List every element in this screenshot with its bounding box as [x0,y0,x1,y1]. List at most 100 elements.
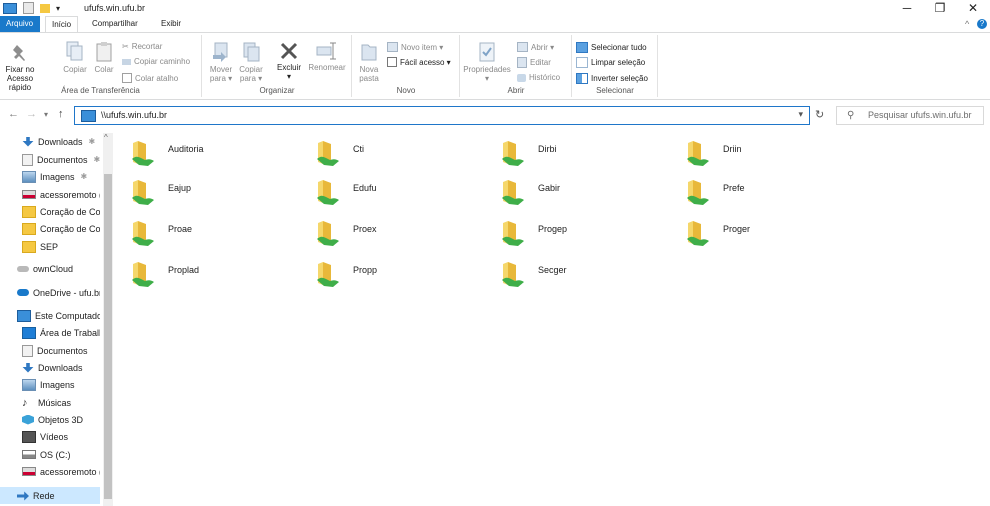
delete-button[interactable]: Excluir ▾ [273,41,305,81]
recent-locations-button[interactable]: ▾ [44,110,48,119]
tab-arquivo[interactable]: Arquivo [0,16,40,32]
paste-shortcut-button[interactable]: Colar atalho [122,73,178,83]
edit-button[interactable]: Editar [517,57,551,68]
properties-dropdown-icon[interactable]: ▾ [485,74,489,83]
shared-folder[interactable]: Eajup [120,172,280,208]
network-icon [17,491,29,501]
folder-name: Cti [353,144,364,154]
tab-inicio[interactable]: Início [45,16,79,33]
invert-selection-label: Inverter seleção [591,74,648,83]
easy-access-button[interactable]: Fácil acesso ▾ [387,57,451,67]
paste-icon [96,42,112,62]
tab-compartilhar[interactable]: Compartilhar [86,16,144,32]
shared-folder-icon [317,221,339,246]
copy-path-button[interactable]: Copiar caminho [122,57,190,66]
shared-folder[interactable]: Prefe [675,172,835,208]
refresh-button[interactable]: ↻ [815,108,824,121]
nav-item[interactable]: Coração de Corr [0,203,100,220]
shared-folder[interactable]: Gabir [490,172,650,208]
move-to-button[interactable]: Mover para ▾ [207,41,235,83]
shared-folder[interactable]: Proger [675,213,835,249]
nav-item[interactable]: Downloads [0,359,100,376]
nav-item[interactable]: Objetos 3D [0,411,100,428]
nav-item-label: Documentos [37,345,88,356]
paste-button[interactable]: Colar [91,41,117,74]
new-folder-label-2: pasta [359,74,379,83]
shared-folder[interactable]: Proae [120,213,280,249]
copy-button[interactable]: Copiar [60,41,90,74]
search-input[interactable]: Pesquisar ufufs.win.ufu.br [868,110,972,120]
nav-item[interactable]: acessoremoto (\ [0,463,100,480]
up-button[interactable]: ↑ [58,108,64,120]
restore-button[interactable]: ❐ [925,0,955,16]
forward-button[interactable]: → [26,108,37,120]
copy-to-button[interactable]: Copiar para ▾ [237,41,265,83]
shared-folder[interactable]: Propp [305,254,465,290]
search-icon: ⚲ [847,110,855,121]
nav-item[interactable]: ownCloud [0,260,100,277]
help-icon[interactable]: ? [977,19,987,29]
scroll-up-icon[interactable]: ^ [104,133,108,142]
new-folder-icon[interactable] [40,3,50,13]
new-folder-button[interactable]: Nova pasta [355,41,383,83]
select-none-button[interactable]: Limpar seleção [576,57,645,68]
nav-item[interactable]: Documentos ✱ [0,151,100,168]
nav-item[interactable]: Coração de Corr [0,220,100,237]
folder-name: Edufu [353,183,377,193]
nav-item[interactable]: ♪ Músicas [0,394,100,411]
invert-selection-button[interactable]: Inverter seleção [576,73,648,84]
nav-item[interactable]: Rede [0,487,100,504]
pin-quick-access-button[interactable]: Fixar no Acesso rápido [4,43,36,92]
properties-button[interactable]: Propriedades ▾ [461,41,513,83]
copy-to-label-1: Copiar [239,65,263,74]
shared-folder[interactable]: Secger [490,254,650,290]
nav-item[interactable]: Área de Trabalho [0,324,100,341]
nav-item[interactable]: acessoremoto (\ [0,186,100,203]
shared-folder[interactable]: Cti [305,133,465,169]
cut-button[interactable]: ✂ Recortar [122,42,162,51]
new-item-button[interactable]: Novo item ▾ [387,42,443,52]
copy-path-icon [122,58,131,65]
shared-folder[interactable]: Progep [490,213,650,249]
paste-label: Colar [94,65,114,74]
nav-item[interactable]: OneDrive - ufu.br [0,284,100,301]
nav-item[interactable]: SEP [0,238,100,255]
download-icon [22,136,34,147]
nav-item-label: acessoremoto (\ [40,466,100,477]
nav-scrollbar-thumb[interactable] [104,174,112,499]
rename-button[interactable]: Renomear [307,41,347,72]
open-label: Abrir ▾ [531,42,555,52]
shared-folder[interactable]: Proex [305,213,465,249]
close-button[interactable]: ✕ [958,0,988,16]
shared-folder[interactable]: Auditoria [120,133,280,169]
shared-folder[interactable]: Edufu [305,172,465,208]
nav-item[interactable]: Imagens [0,376,100,393]
minimize-button[interactable]: ─ [892,0,922,16]
address-path[interactable]: \\ufufs.win.ufu.br [101,110,167,120]
nav-item[interactable]: Vídeos [0,428,100,445]
navigation-pane: Downloads ✱ Documentos ✱ Imagens ✱ acessoremot… [0,131,116,506]
collapse-ribbon-icon[interactable]: ^ [965,19,969,29]
search-box[interactable]: ⚲ Pesquisar ufufs.win.ufu.br [836,106,984,125]
delete-dropdown-icon[interactable]: ▾ [287,72,291,81]
qat-dropdown-icon[interactable]: ▾ [56,4,60,13]
shared-folder[interactable]: Dirbi [490,133,650,169]
nav-item[interactable]: Imagens ✱ [0,168,100,185]
nav-item[interactable]: Documentos [0,342,100,359]
history-button[interactable]: Histórico [517,73,560,82]
folder-icon [22,205,36,218]
back-button[interactable]: ← [8,108,19,120]
desktop-icon [22,326,36,339]
address-bar[interactable]: \\ufufs.win.ufu.br ▾ [74,106,810,125]
select-all-button[interactable]: Selecionar tudo [576,42,647,53]
properties-icon[interactable] [23,2,34,14]
open-button[interactable]: Abrir ▾ [517,42,554,52]
tab-exibir[interactable]: Exibir [155,16,187,32]
computer-icon[interactable] [3,2,17,14]
nav-item[interactable]: Este Computador [0,307,100,324]
shared-folder[interactable]: Driin [675,133,835,169]
nav-item[interactable]: Downloads ✱ [0,133,100,150]
nav-item[interactable]: OS (C:) [0,446,100,463]
address-dropdown-icon[interactable]: ▾ [798,109,803,120]
shared-folder[interactable]: Proplad [120,254,280,290]
